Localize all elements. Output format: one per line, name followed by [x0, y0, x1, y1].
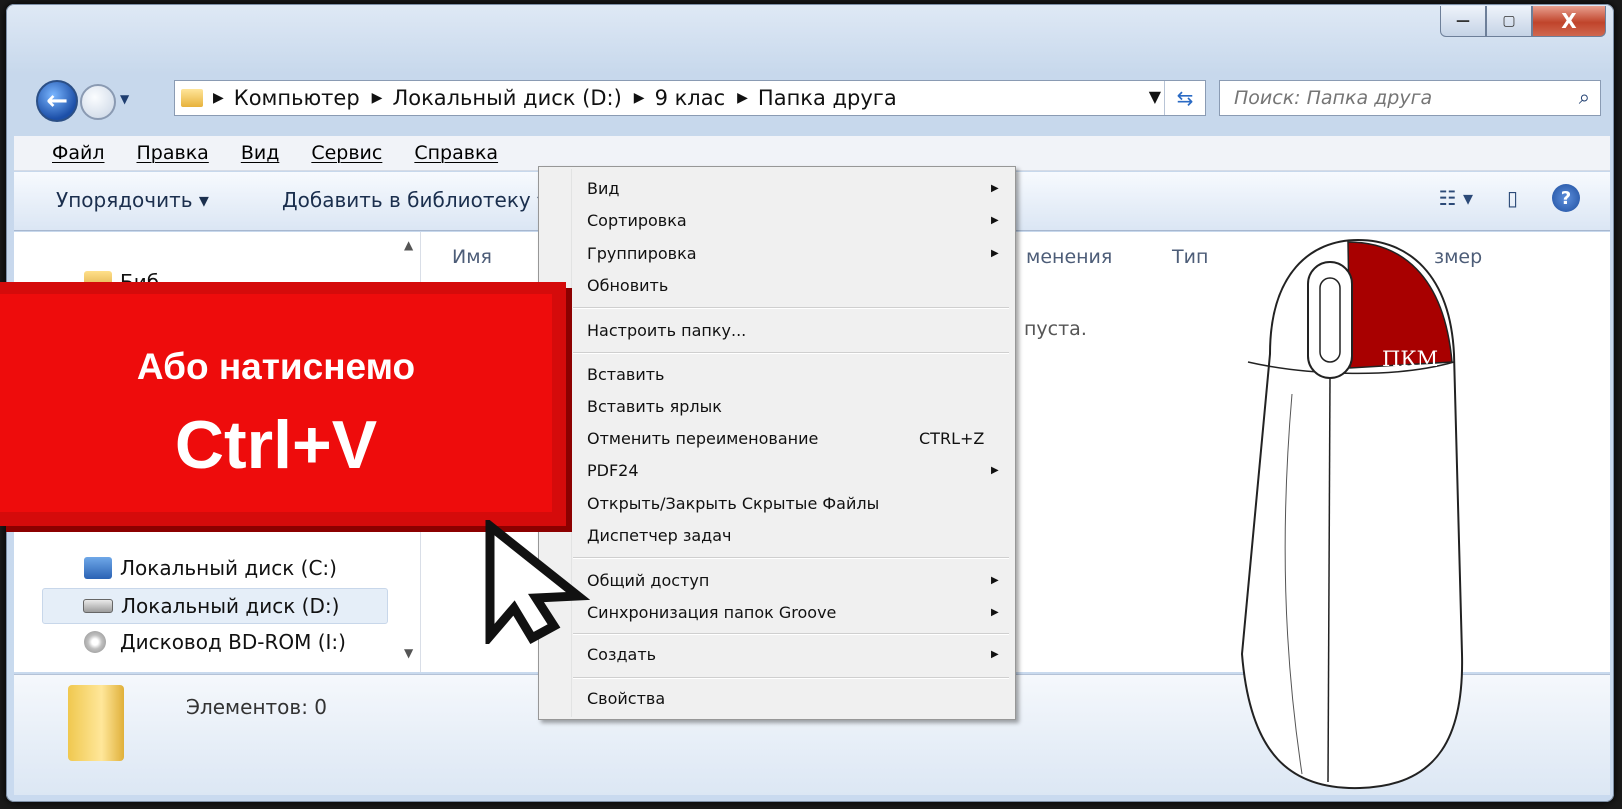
breadcrumb-folder[interactable]: Папка друга [758, 86, 897, 110]
recent-pages-dropdown[interactable]: ▼ [120, 92, 129, 106]
back-button[interactable]: ← [36, 80, 78, 122]
address-bar[interactable]: ▶ Компьютер ▶ Локальный диск (D:) ▶ 9 кл… [174, 80, 1206, 116]
menu-item-pdf24[interactable]: PDF24 [587, 461, 639, 480]
menu-view[interactable]: Вид [241, 142, 280, 164]
disc-drive-icon [84, 631, 106, 653]
submenu-arrow-icon: ▶ [991, 215, 999, 226]
scroll-wheel-icon [1307, 261, 1353, 379]
hint-shortcut: Ctrl+V [174, 407, 378, 483]
item-count: Элементов: 0 [186, 695, 328, 719]
menu-separator [573, 633, 1009, 635]
menu-file[interactable]: Файл [52, 142, 105, 164]
breadcrumb-9-klas[interactable]: 9 клас [655, 86, 726, 110]
forward-button[interactable] [80, 84, 116, 120]
nav-item-bd-rom[interactable]: Дисковод BD-ROM (I:) [84, 630, 346, 654]
view-options-icon[interactable]: ☷ ▾ [1439, 186, 1473, 210]
shortcut-label: CTRL+Z [919, 429, 985, 448]
pkm-label: ПКМ [1382, 347, 1438, 371]
menu-item-group[interactable]: Группировка [587, 244, 697, 263]
menu-item-toggle-hidden-files[interactable]: Открыть/Закрыть Скрытые Файлы [587, 494, 879, 513]
breadcrumb-drive-d[interactable]: Локальный диск (D:) [392, 86, 621, 110]
scroll-down-icon[interactable]: ▼ [404, 646, 413, 660]
hint-banner-inner: Або натиснемо Ctrl+V [0, 294, 552, 512]
menu-item-paste[interactable]: Вставить [587, 365, 664, 384]
hard-drive-icon [83, 599, 113, 613]
nav-item-label: Локальный диск (D:) [121, 594, 340, 618]
column-name[interactable]: Имя [452, 246, 492, 268]
navigation-row: ← ▼ ▶ Компьютер ▶ Локальный диск (D:) ▶ … [36, 76, 1606, 122]
maximize-button[interactable]: ▢ [1486, 6, 1532, 37]
menu-separator [573, 677, 1009, 679]
folder-icon [181, 89, 203, 107]
add-to-library-button[interactable]: Добавить в библиотеку ▾ [282, 188, 547, 212]
scroll-up-icon[interactable]: ▲ [404, 238, 413, 252]
menu-separator [573, 352, 1009, 354]
nav-item-label: Дисковод BD-ROM (I:) [120, 630, 346, 654]
menu-edit[interactable]: Правка [137, 142, 209, 164]
context-menu: Вид ▶ Сортировка ▶ Группировка ▶ Обновит… [538, 166, 1016, 720]
menu-item-groove-sync[interactable]: Синхронизация папок Groove [587, 603, 836, 622]
organize-button[interactable]: Упорядочить ▾ [56, 188, 209, 212]
menu-item-view[interactable]: Вид [587, 179, 619, 198]
column-type[interactable]: Тип [1172, 246, 1208, 268]
menu-separator [573, 557, 1009, 559]
submenu-arrow-icon: ▶ [991, 649, 999, 660]
computer-mouse-icon: ПКМ [1240, 238, 1464, 790]
column-date-modified[interactable]: менения [1026, 246, 1112, 268]
close-button[interactable]: X [1532, 6, 1606, 37]
breadcrumb-separator-icon[interactable]: ▶ [737, 90, 748, 106]
hint-text-line1: Або натиснемо [136, 346, 416, 387]
view-controls: ☷ ▾ ▯ ? [1439, 184, 1580, 212]
submenu-arrow-icon: ▶ [991, 575, 999, 586]
search-box[interactable]: ⌕ [1219, 80, 1601, 116]
nav-item-drive-d[interactable]: Локальный диск (D:) [42, 588, 388, 624]
menu-separator [573, 307, 1009, 309]
system-drive-icon [84, 557, 112, 579]
menu-item-sharing[interactable]: Общий доступ [587, 571, 709, 590]
nav-item-drive-c[interactable]: Локальный диск (C:) [84, 556, 337, 580]
breadcrumb-computer[interactable]: Компьютер [234, 86, 360, 110]
menu-item-sort[interactable]: Сортировка [587, 211, 687, 230]
menu-tools[interactable]: Сервис [311, 142, 382, 164]
window-controls: — ▢ X [1440, 6, 1606, 37]
menu-item-refresh[interactable]: Обновить [587, 276, 668, 295]
nav-item-label: Локальный диск (C:) [120, 556, 337, 580]
address-dropdown-icon[interactable]: ▼ [1149, 87, 1161, 106]
menu-item-new[interactable]: Создать [587, 645, 656, 664]
breadcrumb-separator-icon[interactable]: ▶ [372, 90, 383, 106]
hint-banner: Або натиснемо Ctrl+V [0, 282, 566, 526]
breadcrumb-separator-icon[interactable]: ▶ [213, 90, 224, 106]
refresh-icon[interactable]: ⇆ [1164, 81, 1205, 115]
menu-help[interactable]: Справка [414, 142, 498, 164]
submenu-arrow-icon: ▶ [991, 183, 999, 194]
preview-pane-icon[interactable]: ▯ [1507, 186, 1518, 210]
menu-item-customize-folder[interactable]: Настроить папку... [587, 321, 746, 340]
menu-item-properties[interactable]: Свойства [587, 689, 665, 708]
search-input[interactable] [1232, 86, 1556, 110]
help-icon[interactable]: ? [1552, 184, 1580, 212]
menu-item-undo-rename[interactable]: Отменить переименование [587, 429, 818, 448]
folder-icon [68, 685, 124, 761]
menu-item-task-manager[interactable]: Диспетчер задач [587, 526, 732, 545]
empty-folder-message: пуста. [1024, 318, 1087, 340]
menu-item-paste-shortcut[interactable]: Вставить ярлык [587, 397, 722, 416]
submenu-arrow-icon: ▶ [991, 607, 999, 618]
search-icon[interactable]: ⌕ [1579, 85, 1590, 109]
submenu-arrow-icon: ▶ [991, 465, 999, 476]
mouse-pointer-icon [485, 520, 591, 644]
minimize-button[interactable]: — [1440, 6, 1486, 37]
breadcrumb-separator-icon[interactable]: ▶ [634, 90, 645, 106]
submenu-arrow-icon: ▶ [991, 248, 999, 259]
